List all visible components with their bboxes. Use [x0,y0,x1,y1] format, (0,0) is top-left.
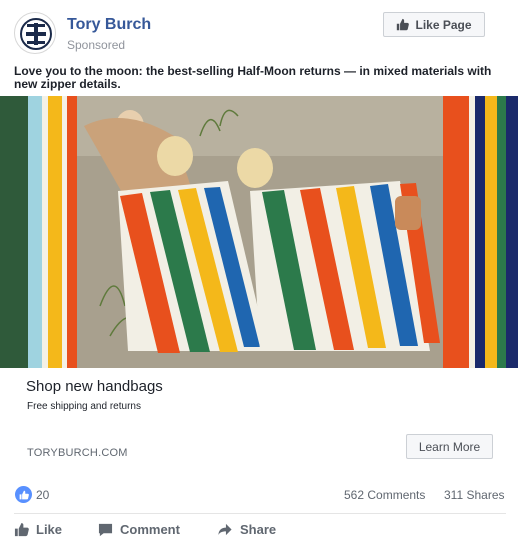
tory-burch-logo-icon [20,18,52,50]
comment-button-label: Comment [120,522,180,537]
link-description: Free shipping and returns [27,401,141,412]
page-avatar[interactable] [14,12,56,54]
hero-illustration [0,96,518,368]
comments-count[interactable]: 562 Comments [344,488,425,502]
like-reaction-icon[interactable] [15,486,32,503]
link-domain: TORYBURCH.COM [27,447,128,459]
learn-more-button[interactable]: Learn More [406,434,493,459]
post-actions-bar: Like Comment Share [0,516,518,546]
like-count[interactable]: 20 [36,488,49,502]
link-title[interactable]: Shop new handbags [26,378,163,395]
shares-count[interactable]: 311 Shares [444,488,505,502]
comment-icon [98,523,113,537]
page-name-link[interactable]: Tory Burch [67,16,151,34]
post-caption: Love you to the moon: the best-selling H… [14,64,492,91]
like-button[interactable]: Like [14,522,62,537]
post-stats: 20 562 Comments 311 Shares [0,482,518,510]
thumbs-up-icon [19,490,29,499]
post-header: Tory Burch Sponsored Like Page [0,0,518,64]
actions-divider [14,513,506,514]
thumbs-up-icon [14,522,29,537]
thumbs-up-icon [397,18,410,31]
link-preview-card[interactable]: Shop new handbags Free shipping and retu… [14,372,494,465]
like-button-label: Like [36,522,63,537]
share-button-label: Share [240,522,277,537]
share-icon [218,523,232,536]
like-page-label: Like Page [415,17,472,32]
ad-hero-image[interactable] [0,96,518,368]
comment-button[interactable]: Comment [98,522,180,537]
share-button[interactable]: Share [217,522,276,537]
sponsored-label[interactable]: Sponsored [67,38,125,52]
like-page-button[interactable]: Like Page [383,12,485,37]
